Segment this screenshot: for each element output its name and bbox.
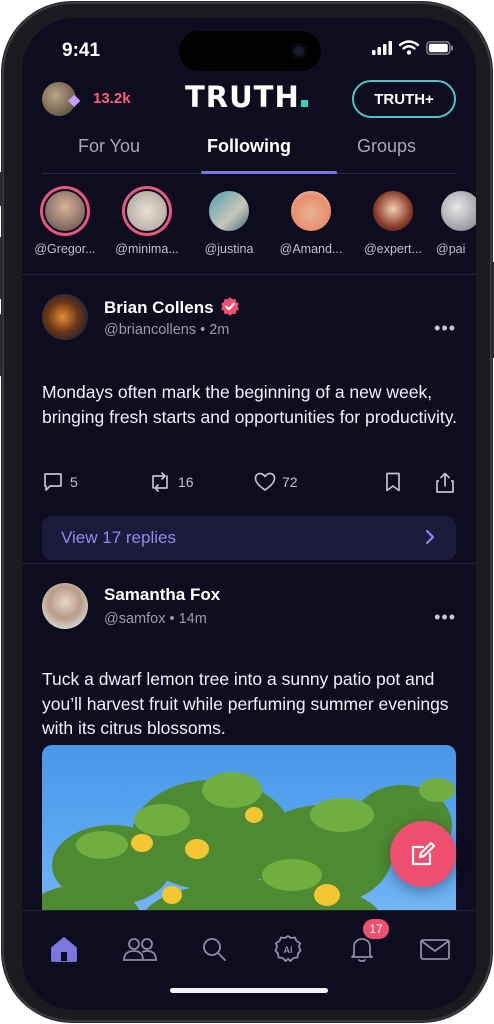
points-count: 13.2k: [93, 90, 131, 107]
retruth-button[interactable]: 16: [148, 472, 194, 492]
story-avatar: [289, 189, 333, 233]
story-item[interactable]: @Amand...: [272, 186, 350, 256]
signal-icon: [372, 40, 392, 55]
phone-frame: 9:41 ◆ 13.2k TRUTH TRUTH+ For You Follow…: [0, 2, 494, 1022]
story-avatar: [439, 189, 476, 233]
story-ring: [286, 186, 336, 236]
post-author[interactable]: Samantha Fox: [104, 585, 220, 605]
tab-groups[interactable]: Groups: [357, 136, 416, 157]
post-avatar[interactable]: [42, 294, 88, 340]
story-item[interactable]: @minima...: [108, 186, 186, 256]
status-time: 9:41: [62, 40, 101, 61]
author-name: Brian Collens: [104, 298, 214, 317]
story-avatar: [371, 189, 415, 233]
post-card: Brian Collens @briancollens • 2m ••• Mon…: [22, 274, 476, 564]
story-name: @Amand...: [279, 242, 343, 256]
battery-icon: [426, 40, 453, 55]
messages-icon[interactable]: [418, 933, 452, 965]
like-button[interactable]: 72: [254, 472, 298, 492]
home-icon[interactable]: [48, 933, 80, 965]
notification-badge: 17: [363, 919, 389, 939]
tab-following[interactable]: Following: [207, 136, 291, 157]
story-name: @expert...: [364, 242, 422, 256]
wifi-icon: [399, 40, 419, 55]
post-handle: @briancollens • 2m: [104, 322, 230, 338]
chevron-right-icon: [425, 529, 435, 545]
feed-tabs: For You Following Groups: [42, 136, 456, 174]
story-avatar: [125, 189, 169, 233]
story-name: @pai: [436, 242, 466, 256]
post-text: Tuck a dwarf lemon tree into a sunny pat…: [42, 669, 449, 738]
ai-icon[interactable]: AI: [272, 933, 304, 965]
bookmark-icon: [386, 472, 400, 492]
story-ring: [122, 186, 172, 236]
post-handle: @samfox • 14m: [104, 611, 207, 627]
retruth-count: 16: [178, 474, 194, 490]
heart-icon: [254, 472, 276, 491]
share-icon: [436, 472, 454, 493]
bottom-nav: AI 17: [22, 910, 476, 1010]
view-replies-button[interactable]: View 17 replies: [42, 516, 456, 560]
volume-down-button: [0, 314, 3, 376]
post-avatar[interactable]: [42, 583, 88, 629]
author-name: Samantha Fox: [104, 585, 221, 604]
status-icons: [372, 40, 454, 55]
camera-icon: [291, 43, 307, 59]
more-options-icon[interactable]: •••: [434, 607, 456, 628]
logo-dot: [300, 100, 308, 107]
share-button[interactable]: [435, 472, 455, 494]
story-avatar: [207, 189, 251, 233]
svg-text:AI: AI: [284, 945, 293, 955]
story-item[interactable]: @justina: [190, 186, 268, 256]
like-count: 72: [282, 474, 298, 490]
story-item[interactable]: @pai: [436, 186, 476, 256]
story-name: @minima...: [115, 242, 179, 256]
story-ring: [204, 186, 254, 236]
bookmark-button[interactable]: [384, 472, 402, 492]
top-bar: ◆ 13.2k TRUTH TRUTH+: [22, 80, 476, 120]
truth-plus-button[interactable]: TRUTH+: [352, 80, 456, 118]
volume-up-button: [0, 237, 3, 299]
reply-count: 5: [70, 474, 78, 490]
story-name: @justina: [204, 242, 254, 256]
truth-logo: TRUTH: [185, 80, 308, 114]
post-text: Mondays often mark the beginning of a ne…: [42, 382, 458, 427]
story-ring: [40, 186, 90, 236]
compose-button[interactable]: [390, 821, 456, 887]
reply-button[interactable]: 5: [42, 472, 78, 492]
story-name: @Gregor...: [34, 242, 96, 256]
story-avatar: [43, 189, 87, 233]
retruth-icon: [152, 472, 168, 492]
story-ring: [436, 186, 476, 236]
logo-text: TRUTH: [185, 80, 300, 114]
compose-icon: [411, 841, 436, 866]
screen: 9:41 ◆ 13.2k TRUTH TRUTH+ For You Follow…: [22, 18, 476, 1010]
tab-for-you[interactable]: For You: [78, 136, 140, 157]
active-tab-indicator: [201, 171, 337, 174]
stories-row: @Gregor... @minima... @justina @Amand...…: [22, 186, 476, 276]
search-icon[interactable]: [198, 933, 230, 965]
story-item[interactable]: @expert...: [354, 186, 432, 256]
mute-switch: [0, 172, 3, 206]
story-ring: [368, 186, 418, 236]
story-item[interactable]: @Gregor...: [26, 186, 104, 256]
comment-icon: [44, 473, 62, 491]
home-indicator: [170, 988, 328, 993]
people-icon[interactable]: [122, 933, 158, 965]
view-replies-label: View 17 replies: [61, 528, 176, 547]
more-options-icon[interactable]: •••: [434, 318, 456, 339]
post-actions: 5 16 72: [42, 472, 456, 496]
diamond-icon: ◆: [68, 92, 81, 109]
dynamic-island: [179, 31, 321, 71]
verified-icon: [220, 297, 239, 316]
post-author[interactable]: Brian Collens: [104, 296, 240, 318]
